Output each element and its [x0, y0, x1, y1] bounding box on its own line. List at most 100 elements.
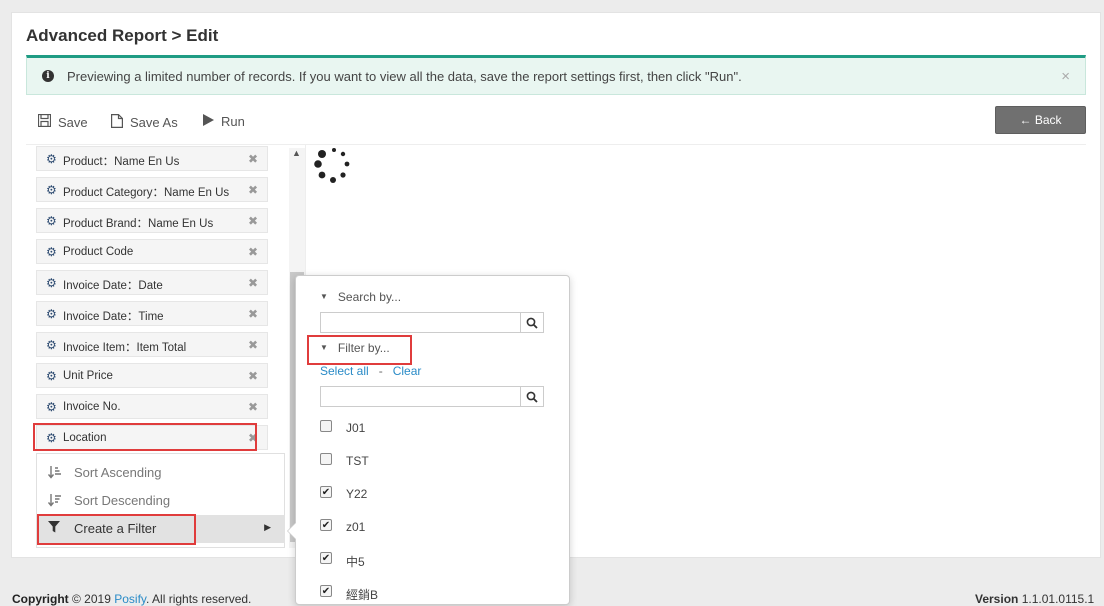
file-icon	[111, 114, 123, 131]
filter-search-input[interactable]	[321, 387, 521, 406]
search-box	[320, 312, 544, 333]
company-link[interactable]: Posify	[114, 592, 146, 606]
filter-option[interactable]: ✔ 中5	[320, 550, 540, 570]
remove-icon[interactable]: ✖	[248, 369, 258, 383]
info-icon: i	[42, 70, 54, 82]
gear-icon[interactable]: ⚙	[46, 276, 57, 290]
remove-icon[interactable]: ✖	[248, 245, 258, 259]
remove-icon[interactable]: ✖	[248, 307, 258, 321]
sort-descending-label: Sort Descending	[74, 493, 171, 508]
gear-icon[interactable]: ⚙	[46, 214, 57, 228]
remove-icon[interactable]: ✖	[248, 400, 258, 414]
gear-icon[interactable]: ⚙	[46, 245, 57, 259]
option-checkbox[interactable]	[320, 453, 332, 465]
copyright-label: Copyright	[12, 592, 69, 606]
sort-descending-icon	[47, 493, 62, 510]
gear-icon[interactable]: ⚙	[46, 400, 57, 414]
field-item[interactable]: ⚙ Invoice No. ✖	[36, 394, 268, 419]
caret-down-icon: ▼	[320, 292, 328, 301]
highlight-filter-by	[307, 335, 412, 365]
remove-icon[interactable]: ✖	[248, 183, 258, 197]
select-all-link[interactable]: Select all	[320, 364, 369, 378]
field-item[interactable]: ⚙ Unit Price ✖	[36, 363, 268, 388]
back-button[interactable]: ← Back	[995, 106, 1086, 134]
search-by-label: Search by...	[337, 290, 402, 304]
remove-icon[interactable]: ✖	[248, 214, 258, 228]
version-label: Version	[975, 592, 1019, 606]
field-label: Product Category：Name En Us	[63, 187, 230, 199]
option-checkbox[interactable]	[320, 420, 332, 432]
sort-descending-item[interactable]: Sort Descending	[37, 487, 285, 515]
search-by-toggle[interactable]: ▼ Search by...	[320, 290, 401, 304]
remove-icon[interactable]: ✖	[248, 276, 258, 290]
gear-icon[interactable]: ⚙	[46, 369, 57, 383]
play-icon	[203, 114, 214, 129]
filter-search-box	[320, 386, 544, 407]
filter-popup: ▼ Search by... ▼ Filter by... Select all - C…	[287, 275, 570, 605]
highlight-location-field	[33, 423, 257, 451]
filter-option[interactable]: ✔ 經銷B	[320, 583, 540, 603]
alert-message: Previewing a limited number of records. …	[67, 69, 742, 84]
remove-icon[interactable]: ✖	[248, 152, 258, 166]
field-label: Unit Price	[63, 370, 113, 382]
clear-link[interactable]: Clear	[393, 364, 422, 378]
save-button[interactable]: Save	[37, 113, 88, 130]
save-as-label: Save As	[130, 115, 178, 130]
filter-option[interactable]: ✔ Y22	[320, 484, 540, 504]
highlight-create-filter	[37, 514, 196, 545]
sort-ascending-label: Sort Ascending	[74, 465, 162, 480]
field-item[interactable]: ⚙ Product Brand：Name En Us ✖	[36, 208, 268, 233]
filter-option[interactable]: ✔ z01	[320, 517, 540, 537]
save-label: Save	[58, 114, 88, 130]
field-label: Product Code	[63, 246, 134, 258]
save-as-button[interactable]: Save As	[111, 114, 178, 131]
option-label: Y22	[346, 487, 368, 501]
option-checkbox[interactable]: ✔	[320, 552, 332, 564]
field-item[interactable]: ⚙ Invoice Date：Time ✖	[36, 301, 268, 326]
run-button[interactable]: Run	[203, 114, 245, 129]
page-title: Advanced Report > Edit	[26, 26, 219, 45]
field-label: Invoice Date：Date	[63, 280, 163, 292]
search-icon[interactable]	[520, 313, 543, 332]
scroll-up-arrow-icon[interactable]: ▲	[292, 148, 301, 158]
option-label: TST	[346, 454, 369, 468]
loading-spinner-icon	[314, 148, 350, 183]
gear-icon[interactable]: ⚙	[46, 152, 57, 166]
save-icon	[37, 113, 52, 130]
field-item[interactable]: ⚙ Product：Name En Us ✖	[36, 146, 268, 171]
footer-version: Version 1.1.01.0115.1	[975, 592, 1094, 606]
footer-copyright: Copyright © 2019 Posify. All rights rese…	[12, 592, 251, 606]
gear-icon[interactable]: ⚙	[46, 307, 57, 321]
field-item[interactable]: ⚙ Product Category：Name En Us ✖	[36, 177, 268, 202]
field-label: Product Brand：Name En Us	[63, 218, 214, 230]
search-input[interactable]	[321, 313, 521, 332]
field-item[interactable]: ⚙ Product Code ✖	[36, 239, 268, 264]
filter-option[interactable]: J01	[320, 418, 540, 438]
field-item[interactable]: ⚙ Invoice Date：Date ✖	[36, 270, 268, 295]
option-checkbox[interactable]: ✔	[320, 519, 332, 531]
gear-icon[interactable]: ⚙	[46, 183, 57, 197]
option-checkbox[interactable]: ✔	[320, 486, 332, 498]
option-checkbox[interactable]: ✔	[320, 585, 332, 597]
version-value: 1.1.01.0115.1	[1021, 592, 1095, 606]
toolbar-divider	[26, 144, 1086, 145]
sort-ascending-icon	[47, 465, 62, 482]
panel-divider	[305, 145, 306, 275]
info-alert: i Previewing a limited number of records…	[26, 55, 1086, 95]
submenu-arrow-icon: ▶	[264, 522, 271, 532]
option-label: z01	[346, 520, 366, 534]
copyright-year: © 2019	[68, 592, 115, 606]
field-item[interactable]: ⚙ Invoice Item：Item Total ✖	[36, 332, 268, 357]
filter-option[interactable]: TST	[320, 451, 540, 471]
field-label: Product：Name En Us	[63, 156, 180, 168]
field-label: Invoice Item：Item Total	[63, 342, 187, 354]
option-label: 經銷B	[346, 588, 379, 602]
run-label: Run	[221, 114, 245, 129]
search-icon[interactable]	[520, 387, 543, 406]
sort-ascending-item[interactable]: Sort Ascending	[37, 459, 285, 487]
gear-icon[interactable]: ⚙	[46, 338, 57, 352]
rights-text: . All rights reserved.	[146, 592, 252, 606]
field-label: Invoice No.	[63, 401, 121, 413]
remove-icon[interactable]: ✖	[248, 338, 258, 352]
alert-close-icon[interactable]: ×	[1061, 68, 1070, 85]
